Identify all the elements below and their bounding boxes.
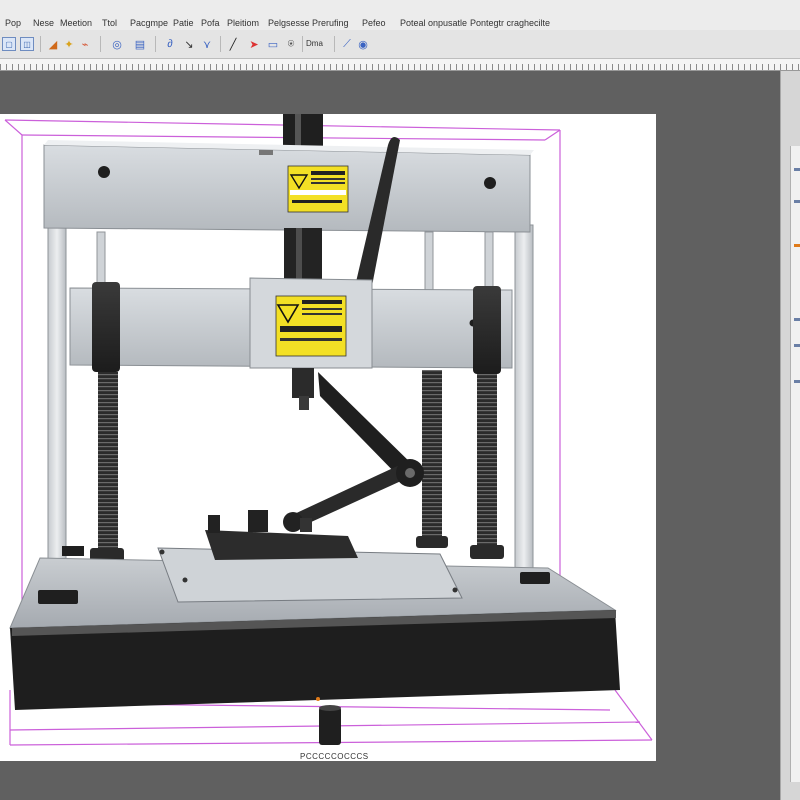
- right-upright: [514, 224, 534, 586]
- warning-label-top: [287, 165, 349, 213]
- die-block: [205, 530, 358, 560]
- press-column: [284, 228, 322, 284]
- selection-handle[interactable]: [316, 697, 320, 701]
- left-screw: [98, 372, 118, 552]
- press-column-top: [283, 114, 323, 150]
- right-screw: [477, 374, 497, 552]
- warning-label-mid: [275, 295, 347, 357]
- small-cylinder-part: [319, 707, 341, 745]
- center-screw: [422, 370, 442, 540]
- left-upright: [47, 224, 67, 596]
- canvas-caption: PCCCCCOCCCS: [300, 752, 369, 761]
- hydraulic-press-illustration[interactable]: [0, 0, 800, 800]
- top-crossbar: [43, 144, 531, 233]
